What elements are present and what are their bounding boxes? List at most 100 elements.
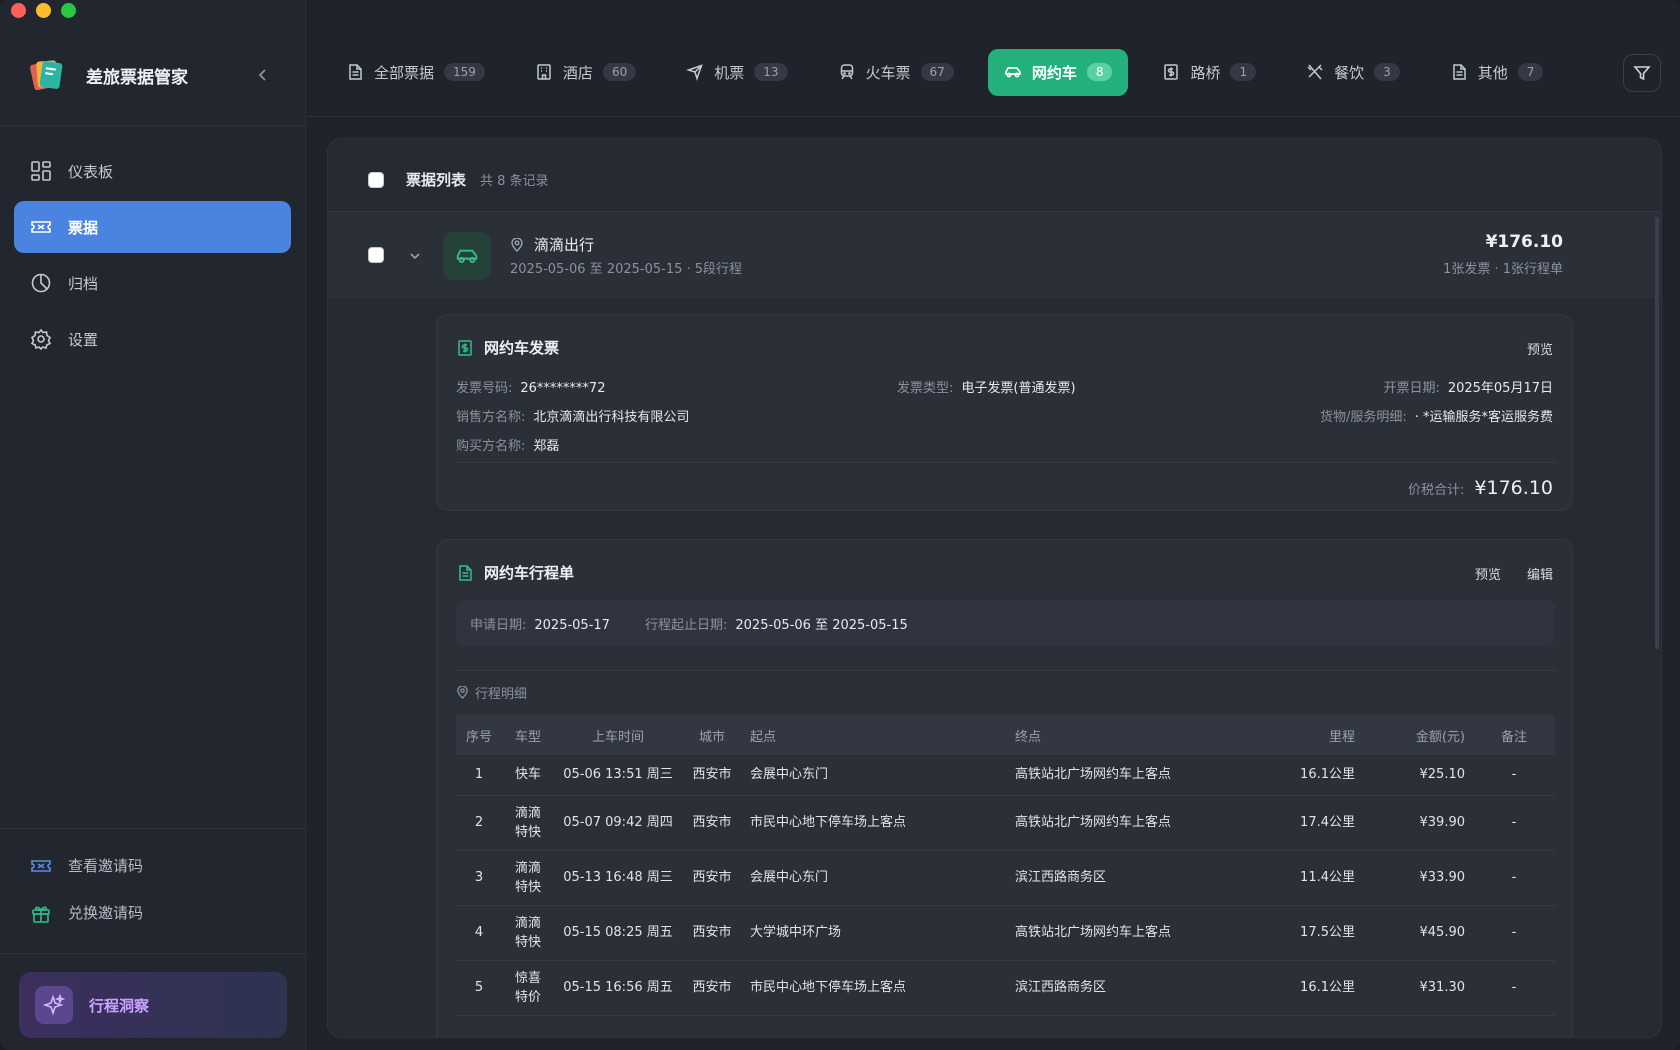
tab-count-badge: 60 <box>602 63 637 81</box>
cell-pickup-time: 05-06 13:51 周三 <box>554 755 682 796</box>
cell-distance: 11.4公里 <box>1247 850 1363 906</box>
sidebar-divider <box>0 953 306 954</box>
filter-icon <box>1633 66 1651 81</box>
invoice-card: 网约车发票 预览 发票号码: 26********72 发票类型: 电子发票(普通发… <box>436 314 1573 511</box>
gift-icon <box>32 906 50 923</box>
total-value: ¥176.10 <box>1474 477 1553 499</box>
goods-detail-field: 货物/服务明细: · *运输服务*客运服务费 <box>1320 406 1553 425</box>
maximize-window-button[interactable] <box>61 3 76 18</box>
record-amount: ¥176.10 <box>1485 232 1563 252</box>
tab-flight[interactable]: 机票 13 <box>670 49 803 96</box>
column-header: 起点 <box>742 715 1007 755</box>
cell-city: 西安市 <box>682 905 742 961</box>
sidebar-item-label: 仪表板 <box>68 162 114 181</box>
cell-car-type: 滴滴特快 <box>502 795 554 851</box>
filter-button[interactable] <box>1623 54 1661 92</box>
field-value: · *运输服务*客运服务费 <box>1414 410 1553 425</box>
tab-toll[interactable]: 路桥 1 <box>1146 49 1272 96</box>
scrollbar[interactable] <box>1655 217 1659 649</box>
sidebar-bottom-links: 查看邀请码 兑换邀请码 <box>30 842 143 936</box>
tab-dining[interactable]: 餐饮 3 <box>1290 49 1416 96</box>
invoice-preview-button[interactable]: 预览 <box>1527 339 1553 358</box>
cell-row-index: 2 <box>456 795 502 851</box>
collapse-sidebar-button[interactable] <box>254 66 272 84</box>
ticket-list-panel: 票据列表 共 8 条记录 滴滴出行 2025-05-06 至 2025-05-1… <box>327 138 1662 1038</box>
ticket-icon <box>31 859 51 872</box>
record-subtitle: 2025-05-06 至 2025-05-15 · 5段行程 <box>510 262 743 277</box>
select-all-checkbox[interactable] <box>368 171 384 188</box>
tab-count-badge: 1 <box>1230 63 1257 81</box>
cell-distance: 17.5公里 <box>1247 905 1363 961</box>
table-row[interactable]: 4 滴滴特快 05-15 08:25 周五 西安市 大学城中环广场 高铁站北广场网约车上客… <box>456 905 1555 961</box>
table-row[interactable]: 2 滴滴特快 05-07 09:42 周四 西安市 市民中心地下停车场上客点 高铁站北广场… <box>456 795 1555 851</box>
field-label: 销售方名称: <box>456 410 526 425</box>
minimize-window-button[interactable] <box>36 3 51 18</box>
tab-hotel[interactable]: 酒店 60 <box>519 49 652 96</box>
view-invite-code-link[interactable]: 查看邀请码 <box>30 842 143 889</box>
cell-remark: - <box>1473 795 1555 851</box>
sidebar-divider <box>0 125 306 126</box>
location-pin-icon <box>511 237 523 252</box>
toll-icon <box>1164 64 1179 80</box>
field-label: 发票类型: <box>897 381 954 396</box>
itinerary-preview-button[interactable]: 预览 <box>1475 564 1501 583</box>
tab-all-tickets[interactable]: 全部票据 159 <box>330 49 501 96</box>
total-label: 价税合计: <box>1408 483 1465 498</box>
sidebar-item-archive[interactable]: 归档 <box>14 257 291 309</box>
trip-table: 序号 车型 上车时间 城市 起点 终点 里程 金额(元) 备注 1 快车 05-06… <box>456 715 1555 1016</box>
chevron-down-icon[interactable] <box>407 248 423 264</box>
record-checkbox[interactable] <box>368 247 384 263</box>
category-tabs: 全部票据 159 酒店 60 机票 13 火车票 67 网约车 8 路桥 1 餐… <box>330 48 1577 96</box>
header-divider <box>306 116 1680 117</box>
field-value: 2025年05月17日 <box>1447 381 1553 396</box>
column-header: 上车时间 <box>554 715 682 755</box>
redeem-invite-code-link[interactable]: 兑换邀请码 <box>30 889 143 936</box>
tab-count-badge: 67 <box>920 63 954 81</box>
field-value: 郑磊 <box>533 439 560 454</box>
itinerary-edit-button[interactable]: 编辑 <box>1527 564 1553 583</box>
cell-end-point: 高铁站北广场网约车上客点 <box>1007 795 1247 851</box>
cell-remark: - <box>1473 755 1555 796</box>
table-header-row: 序号 车型 上车时间 城市 起点 终点 里程 金额(元) 备注 <box>456 715 1555 755</box>
cell-start-point: 大学城中环广场 <box>742 905 1007 961</box>
cell-car-type: 惊喜特价 <box>502 960 554 1016</box>
tab-train[interactable]: 火车票 67 <box>822 49 970 96</box>
sidebar-item-settings[interactable]: 设置 <box>14 313 291 365</box>
cell-end-point: 高铁站北广场网约车上客点 <box>1007 755 1247 796</box>
cell-end-point: 滨江西路商务区 <box>1007 960 1247 1016</box>
cell-row-index: 3 <box>456 850 502 906</box>
tab-ride-hailing[interactable]: 网约车 8 <box>987 48 1129 96</box>
trip-range-field: 行程起止日期: 2025-05-06 至 2025-05-15 <box>645 614 908 633</box>
close-window-button[interactable] <box>11 3 26 18</box>
window-controls <box>11 3 76 18</box>
cell-pickup-time: 05-15 08:25 周五 <box>554 905 682 961</box>
sidebar-item-dashboard[interactable]: 仪表板 <box>14 145 291 197</box>
cell-row-index: 4 <box>456 905 502 961</box>
column-header: 城市 <box>682 715 742 755</box>
trip-detail-label: 行程明细 <box>456 683 527 702</box>
table-row[interactable]: 1 快车 05-06 13:51 周三 西安市 会展中心东门 高铁站北广场网约车上客点 16… <box>456 755 1555 796</box>
cell-car-type: 快车 <box>502 755 554 796</box>
table-row[interactable]: 3 滴滴特快 05-13 16:48 周三 西安市 会展中心东门 滨江西路商务区 11.4公… <box>456 850 1555 906</box>
field-value: 北京滴滴出行科技有限公司 <box>533 410 690 425</box>
cell-pickup-time: 05-13 16:48 周三 <box>554 850 682 906</box>
tab-count-badge: 7 <box>1517 63 1544 81</box>
buyer-name-field: 购买方名称: 郑磊 <box>456 435 559 454</box>
trip-insight-button[interactable]: 行程洞察 <box>19 972 287 1038</box>
ticket-record-row[interactable]: 滴滴出行 2025-05-06 至 2025-05-15 · 5段行程 ¥176… <box>328 212 1661 298</box>
field-label: 开票日期: <box>1383 381 1440 396</box>
app-logo-icon <box>28 56 66 94</box>
itinerary-card: 网约车行程单 预览 编辑 申请日期: 2025-05-17 行程起止日期: 2025… <box>436 539 1573 1037</box>
train-icon <box>840 64 853 80</box>
field-label: 发票号码: <box>456 381 513 396</box>
sidebar-item-label: 票据 <box>68 218 99 237</box>
cell-distance: 16.1公里 <box>1247 960 1363 1016</box>
utensils-icon <box>1307 64 1323 80</box>
table-row[interactable]: 5 惊喜特价 05-15 16:56 周五 西安市 市民中心地下停车场上客点 滨江西路商务… <box>456 960 1555 1016</box>
ticket-icon <box>31 221 51 233</box>
sidebar-item-tickets[interactable]: 票据 <box>14 201 291 253</box>
cell-amount: ¥31.30 <box>1363 960 1473 1016</box>
sidebar: 差旅票据管家 仪表板 票据 归档 设置 查看邀请码 兑换邀请码 行程洞察 <box>0 0 306 1050</box>
cell-pickup-time: 05-15 16:56 周五 <box>554 960 682 1016</box>
tab-other[interactable]: 其他 7 <box>1434 49 1560 96</box>
